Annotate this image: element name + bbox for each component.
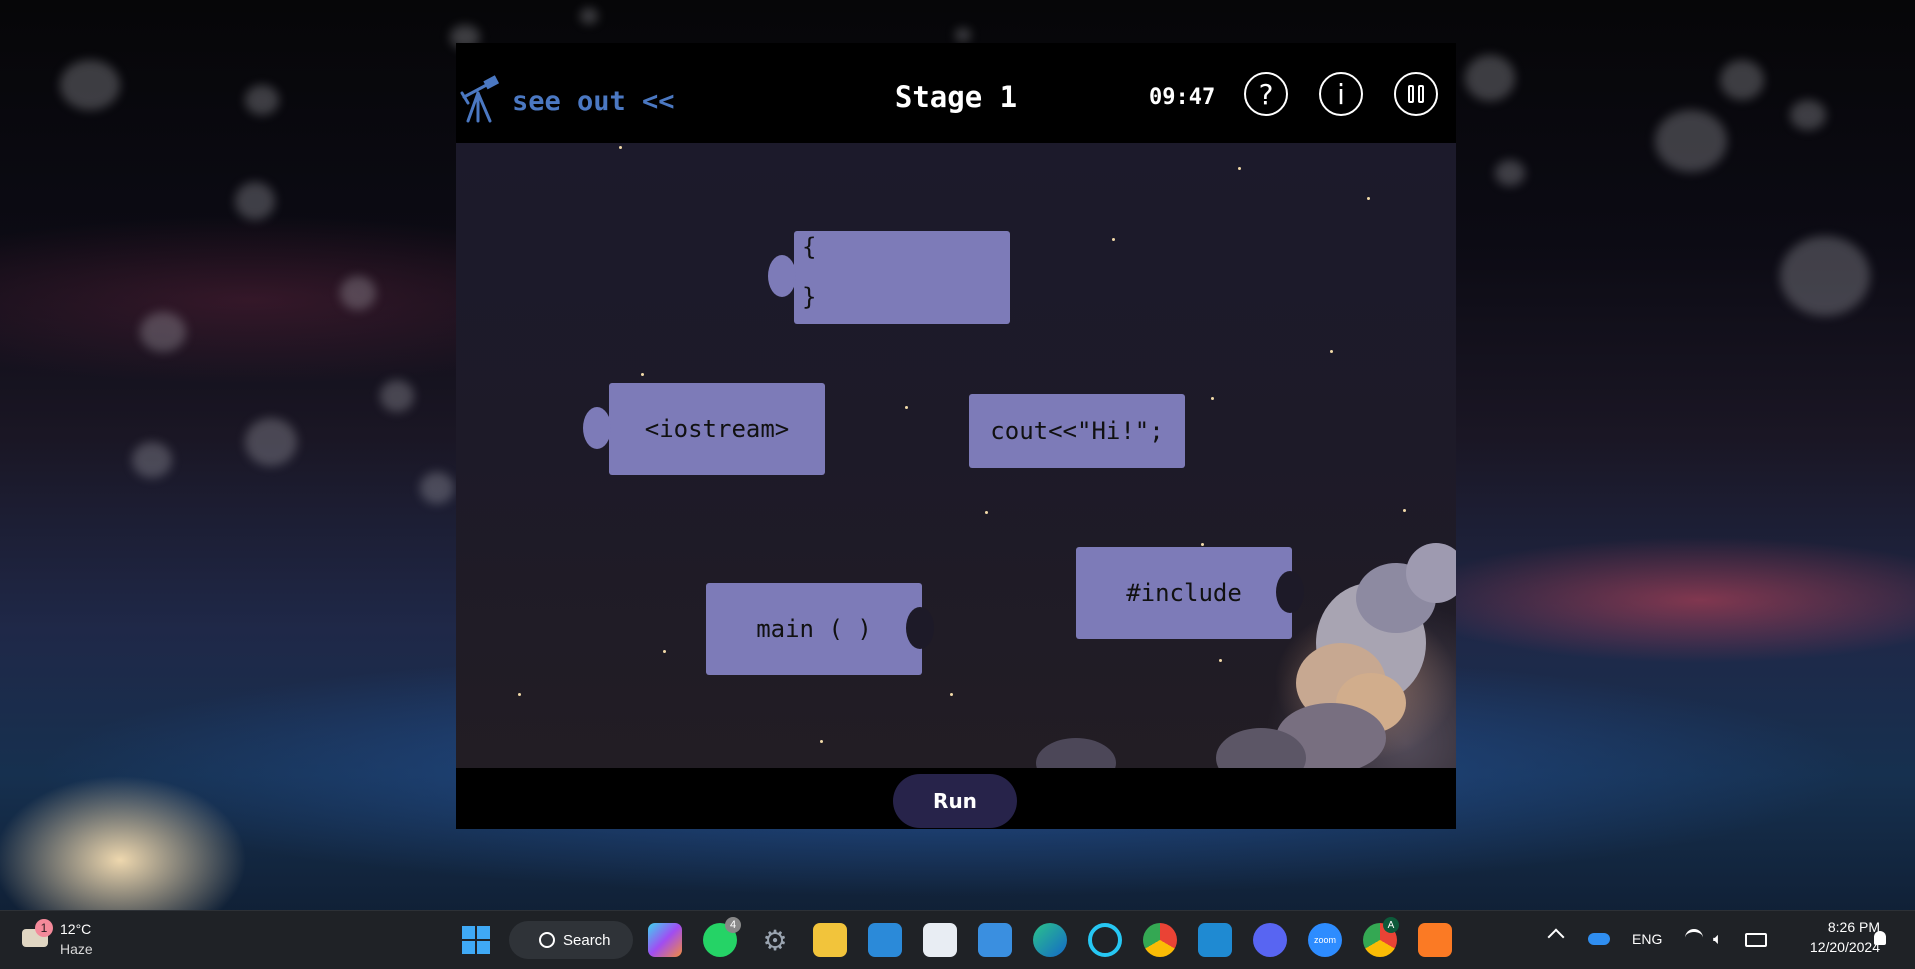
zoom-icon[interactable]: zoom <box>1308 923 1342 957</box>
clock-date[interactable]: 12/20/2024 <box>1770 939 1880 955</box>
game-header: see out << Stage 1 09:47 ? i <box>456 43 1456 143</box>
game-footer: Run <box>456 768 1456 829</box>
connector-tab <box>583 407 611 449</box>
file-explorer-icon[interactable] <box>813 923 847 957</box>
pause-button[interactable] <box>1394 72 1438 116</box>
discord-icon[interactable] <box>1253 923 1287 957</box>
settings-icon[interactable]: ⚙ <box>758 923 792 957</box>
chrome-profile-icon[interactable]: A <box>1363 917 1399 957</box>
weather-condition: Haze <box>60 941 93 957</box>
countdown-timer: 09:47 <box>1149 85 1216 110</box>
code-block-braces[interactable]: { } <box>768 231 1010 324</box>
telescope-icon <box>458 75 502 127</box>
search-icon <box>539 932 555 948</box>
game-window: see out << Stage 1 09:47 ? i {} <iostre… <box>456 43 1456 829</box>
weather-temp: 12°C <box>60 921 92 937</box>
code-block-brace-open: { <box>802 233 817 261</box>
code-block-label: main ( ) <box>756 615 872 643</box>
info-button[interactable]: i <box>1319 72 1363 116</box>
language-indicator[interactable]: ENG <box>1632 931 1662 947</box>
volume-icon[interactable]: 🔈︎ <box>1713 929 1723 949</box>
onedrive-icon[interactable] <box>1588 933 1610 945</box>
battery-icon[interactable] <box>1745 933 1767 947</box>
edge-icon[interactable] <box>1033 923 1067 957</box>
code-block-main[interactable]: main ( ) <box>706 583 934 675</box>
help-button[interactable]: ? <box>1244 72 1288 116</box>
code-block-include[interactable]: #include <box>1076 547 1304 639</box>
xampp-icon[interactable] <box>1418 923 1452 957</box>
info-icon: i <box>1337 77 1345 111</box>
code-block-label: cout<<"Hi!"; <box>990 417 1164 445</box>
code-block-label: #include <box>1126 579 1242 607</box>
logo-text: see out << <box>512 85 675 117</box>
whatsapp-icon[interactable]: 4 <box>703 917 741 957</box>
clock-time[interactable]: 8:26 PM <box>1790 919 1880 935</box>
desktop-icon[interactable] <box>868 923 902 957</box>
notification-bell-icon[interactable] <box>1874 931 1886 945</box>
alexa-icon[interactable] <box>1088 923 1122 957</box>
wifi-icon[interactable] <box>1685 929 1703 947</box>
code-block-cout[interactable]: cout<<"Hi!"; <box>969 394 1185 468</box>
search-label: Search <box>563 931 611 949</box>
taskbar-search[interactable]: Search <box>509 921 633 959</box>
chevron-up-icon[interactable] <box>1547 928 1565 946</box>
chrome-icon[interactable] <box>1143 923 1177 957</box>
code-block-iostream[interactable]: <iostream> <box>583 383 825 475</box>
question-mark-icon: ? <box>1258 77 1274 111</box>
pause-icon <box>1408 85 1424 103</box>
weather-widget[interactable]: 1 12°C Haze <box>18 919 108 963</box>
windows-taskbar: 1 12°C Haze Search 4 ⚙ zoom A ENG 🔈︎ 8:2… <box>0 910 1915 969</box>
puzzle-canvas: { } <iostream> cout<<"Hi!"; main ( ) #in… <box>456 143 1456 768</box>
run-button[interactable]: Run <box>893 774 1017 828</box>
copilot-icon[interactable] <box>648 923 682 957</box>
store-icon[interactable] <box>923 923 957 957</box>
app-logo: see out << <box>458 75 675 127</box>
weather-badge: 1 <box>35 919 53 937</box>
code-block-brace-close: } <box>802 283 817 311</box>
vscode-icon[interactable] <box>1198 923 1232 957</box>
whatsapp-badge: 4 <box>725 917 741 933</box>
code-block-label: <iostream> <box>644 415 790 443</box>
connector-tab <box>768 255 796 297</box>
start-icon[interactable] <box>459 923 493 957</box>
mail-icon[interactable] <box>978 923 1012 957</box>
zoom-label: zoom <box>1313 935 1336 945</box>
chrome-profile-badge: A <box>1383 917 1399 933</box>
